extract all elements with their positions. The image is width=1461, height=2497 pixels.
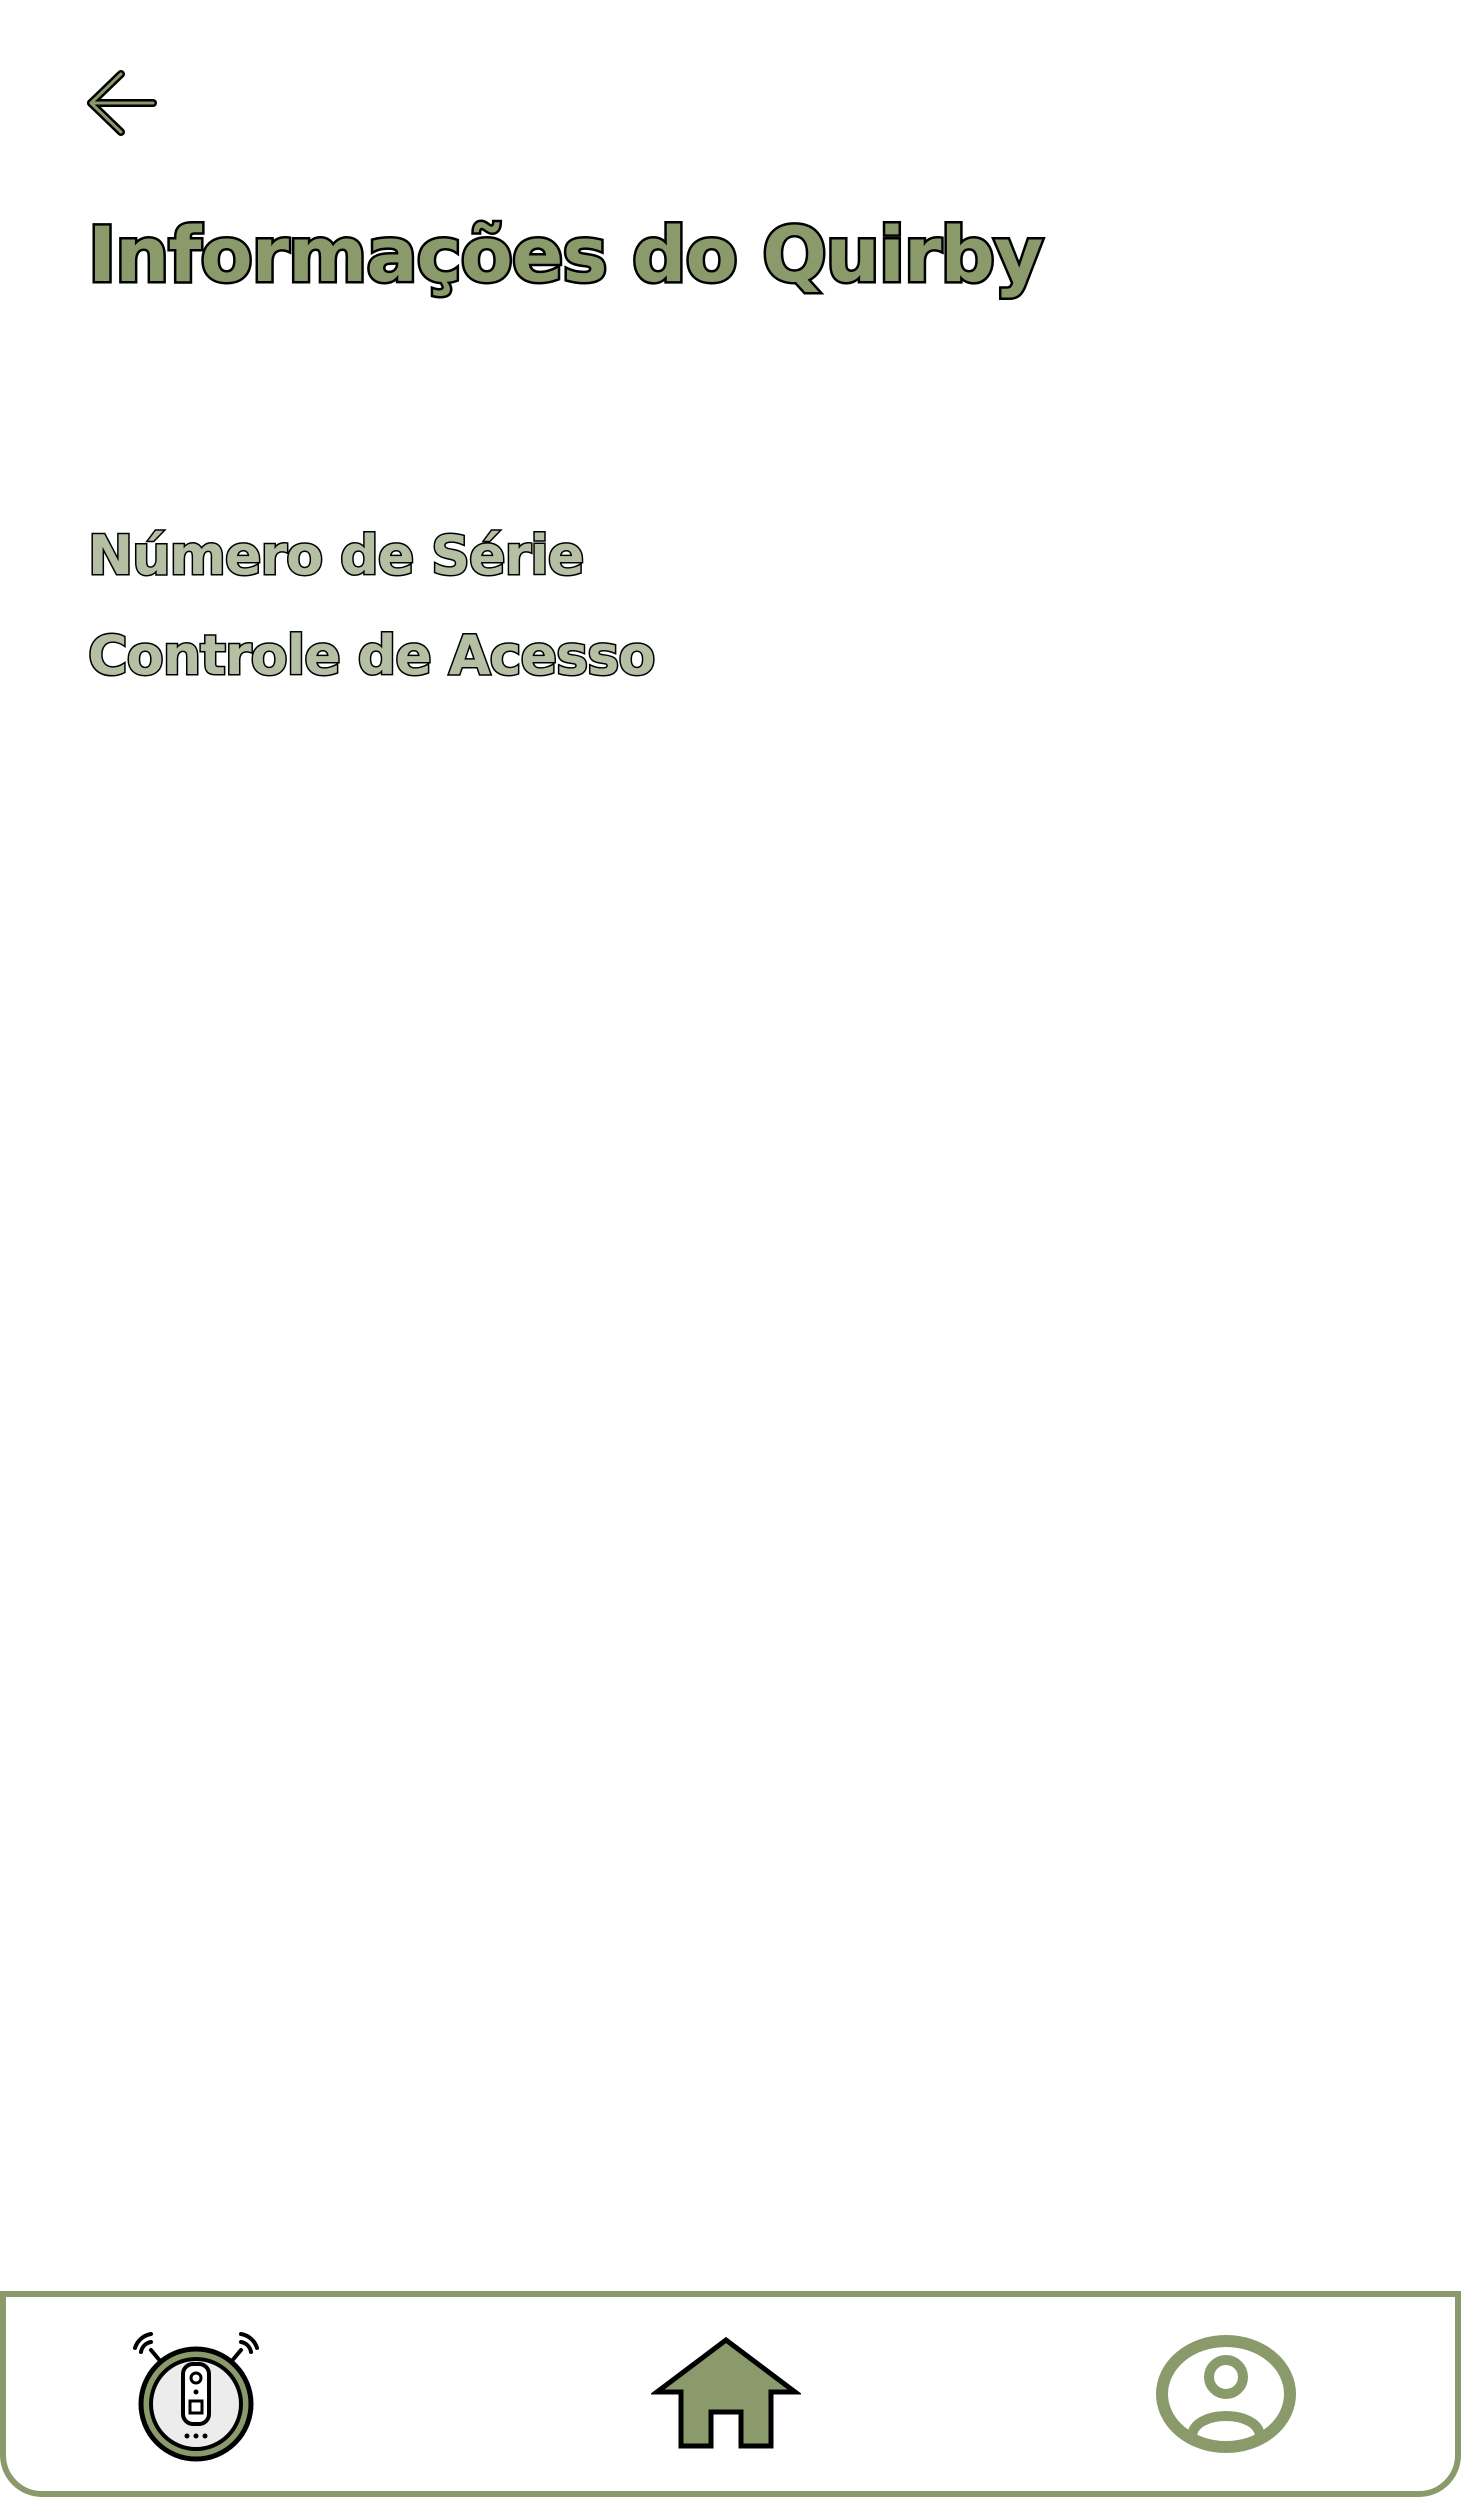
- back-button[interactable]: [84, 68, 160, 138]
- arrow-left-icon: [87, 70, 157, 136]
- nav-profile-button[interactable]: [1136, 2297, 1316, 2491]
- nav-robot-button[interactable]: [106, 2297, 286, 2491]
- robot-vacuum-icon: [133, 2332, 259, 2462]
- nav-home-button[interactable]: [636, 2297, 816, 2491]
- user-profile-icon: [1156, 2335, 1296, 2453]
- bottom-navigation-bar: [0, 2291, 1461, 2497]
- menu-item-access-control[interactable]: Controle de Acesso: [87, 616, 658, 696]
- menu-item-serial-number[interactable]: Número de Série: [86, 516, 585, 596]
- home-icon: [651, 2336, 801, 2449]
- page-title: Informações do Quirby: [85, 208, 1045, 302]
